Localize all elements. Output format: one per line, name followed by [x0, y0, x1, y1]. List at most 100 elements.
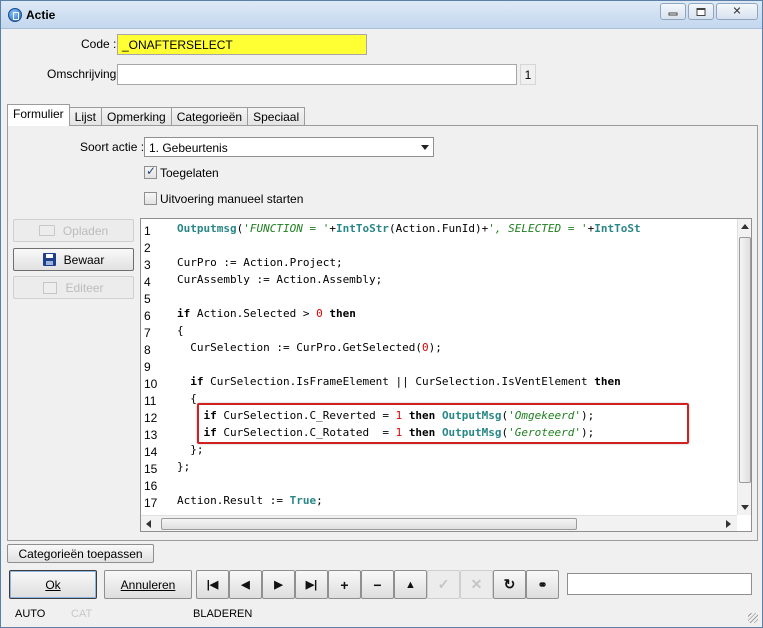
minimize-icon	[668, 12, 678, 16]
tab-lijst[interactable]: Lijst	[68, 107, 103, 126]
upload-button[interactable]: Opladen	[13, 219, 134, 242]
code-label: Code :	[81, 37, 117, 51]
tab-categorieen[interactable]: Categorieën	[170, 107, 249, 126]
tab-bar: Formulier Lijst Opmerking Categorieën Sp…	[7, 104, 306, 126]
code-line-4: CurAssembly := Action.Assembly;	[177, 273, 383, 286]
next-record-button[interactable]: ▶	[262, 570, 295, 599]
code-line-15: };	[177, 460, 191, 473]
scroll-left-icon[interactable]	[146, 520, 151, 528]
first-record-button[interactable]: |◀	[196, 570, 229, 599]
action-type-select[interactable]: 1. Gebeurtenis	[144, 137, 434, 157]
cancel-record-button[interactable]: ✕	[460, 570, 493, 599]
code-line-3: CurPro := Action.Project;	[177, 256, 343, 269]
line-number: 17	[144, 496, 158, 510]
horizontal-scroll-thumb[interactable]	[161, 518, 577, 530]
line-number: 3	[144, 258, 151, 272]
scroll-down-icon[interactable]	[741, 505, 749, 510]
line-number: 10	[144, 377, 158, 391]
status-mode: AUTO	[15, 608, 46, 620]
binoculars-icon: ⚭	[537, 577, 548, 592]
find-button[interactable]: ⚭	[526, 570, 559, 599]
title-bar[interactable]: Actie ✕	[1, 1, 762, 29]
code-editor[interactable]: 1 2 3 4 5 6 7 8 9 10 11 12 13 14 15 16 1…	[140, 218, 752, 532]
resize-grip-icon[interactable]	[748, 613, 758, 623]
tab-formulier[interactable]: Formulier	[7, 104, 70, 126]
code-line-1: Outputmsg('FUNCTION = '+IntToStr(Action.…	[177, 222, 641, 235]
minus-icon: −	[373, 576, 382, 593]
delete-record-button[interactable]: −	[361, 570, 394, 599]
add-record-button[interactable]: +	[328, 570, 361, 599]
last-record-button[interactable]: ▶|	[295, 570, 328, 599]
save-button-label: Bewaar	[63, 252, 105, 267]
edit-button-label: Editeer	[65, 280, 104, 295]
code-line-10: if CurSelection.IsFrameElement || CurSel…	[190, 375, 621, 388]
manual-start-label: Uitvoering manueel starten	[160, 192, 304, 206]
manual-start-checkbox[interactable]	[144, 192, 157, 205]
description-count: 1	[520, 64, 536, 85]
navigation-toolbar: |◀ ◀ ▶ ▶| + − ▲ ✓ ✕ ↻ ⚭	[196, 570, 559, 599]
close-icon: ✕	[732, 5, 742, 17]
line-number: 1	[144, 224, 151, 238]
previous-record-button[interactable]: ◀	[229, 570, 262, 599]
save-button[interactable]: Bewaar	[13, 248, 134, 271]
last-record-icon: ▶|	[305, 579, 318, 591]
triangle-up-icon: ▲	[405, 578, 416, 591]
search-input[interactable]	[567, 573, 752, 595]
line-number: 12	[144, 411, 158, 425]
refresh-icon: ↻	[503, 576, 516, 592]
edit-icon	[43, 281, 58, 294]
line-number: 14	[144, 445, 158, 459]
code-line-11: {	[177, 392, 197, 405]
action-type-label: Soort actie :	[80, 140, 145, 154]
description-field[interactable]	[117, 64, 517, 85]
cancel-button-label: Annuleren	[120, 578, 176, 592]
code-line-17: Action.Result := True;	[177, 494, 323, 507]
vertical-scrollbar[interactable]	[737, 219, 751, 515]
vertical-scroll-thumb[interactable]	[739, 237, 751, 483]
line-number: 5	[144, 292, 151, 306]
action-dialog: Actie ✕ Code : _ONAFTERSELECT Omschrijvi…	[0, 0, 763, 628]
apply-categories-button[interactable]: Categorieën toepassen	[7, 544, 154, 563]
chevron-down-icon	[421, 145, 429, 150]
line-number: 4	[144, 275, 151, 289]
line-number: 8	[144, 343, 151, 357]
tab-opmerking[interactable]: Opmerking	[101, 107, 172, 126]
refresh-button[interactable]: ↻	[493, 570, 526, 599]
line-number: 2	[144, 241, 151, 255]
cross-icon: ✕	[470, 576, 483, 592]
code-line-8: CurSelection := CurPro.GetSelected(0);	[177, 341, 442, 354]
scroll-up-icon[interactable]	[741, 224, 749, 229]
code-field[interactable]: _ONAFTERSELECT	[117, 34, 367, 55]
code-line-7: {	[177, 324, 184, 337]
code-text-area[interactable]: Outputmsg('FUNCTION = '+IntToStr(Action.…	[177, 219, 737, 515]
minimize-button[interactable]	[660, 3, 686, 20]
window-controls: ✕	[658, 3, 758, 20]
plus-icon: +	[340, 576, 349, 593]
code-line-6: if Action.Selected > 0 then	[177, 307, 356, 320]
description-label: Omschrijving :	[47, 67, 124, 81]
line-number: 9	[144, 360, 151, 374]
scroll-right-icon[interactable]	[726, 520, 731, 528]
tab-speciaal[interactable]: Speciaal	[247, 107, 306, 126]
horizontal-scrollbar[interactable]	[141, 515, 737, 531]
edit-button[interactable]: Editeer	[13, 276, 134, 299]
close-button[interactable]: ✕	[716, 3, 758, 20]
check-icon: ✓	[437, 576, 450, 592]
maximize-icon	[696, 7, 706, 16]
line-number: 6	[144, 309, 151, 323]
highlight-box	[197, 403, 689, 444]
ok-button-label: Ok	[45, 578, 61, 592]
maximize-button[interactable]	[688, 3, 714, 20]
line-number: 15	[144, 462, 158, 476]
edit-record-button[interactable]: ▲	[394, 570, 427, 599]
app-icon	[8, 8, 22, 22]
next-record-icon: ▶	[274, 579, 283, 591]
enabled-checkbox[interactable]	[144, 164, 157, 179]
line-number: 7	[144, 326, 151, 340]
line-number: 16	[144, 479, 158, 493]
ok-button[interactable]: Ok	[9, 570, 97, 599]
post-record-button[interactable]: ✓	[427, 570, 460, 599]
window-title: Actie	[26, 8, 56, 22]
cancel-button[interactable]: Annuleren	[104, 570, 192, 599]
action-type-value: 1. Gebeurtenis	[149, 141, 228, 155]
